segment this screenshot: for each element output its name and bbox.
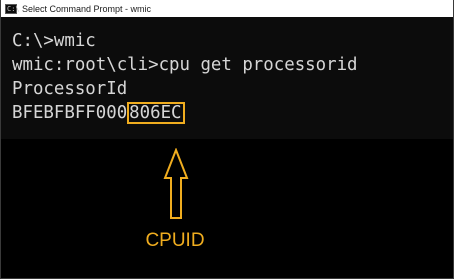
- cpuid-label: CPUID: [145, 230, 205, 251]
- console-line-query: wmic:root\cli>cpu get processorid: [12, 55, 358, 75]
- console-line-command: C:\>wmic: [12, 31, 96, 51]
- processor-id-prefix: BFEBFBFF000: [12, 103, 128, 123]
- cmd-icon: C:\: [5, 3, 20, 14]
- up-arrow-icon: [163, 148, 189, 219]
- processor-id-highlight: 806EC: [127, 102, 185, 124]
- annotation-area: CPUID: [1, 139, 453, 278]
- console-line-result: BFEBFBFF000 806EC: [12, 101, 453, 125]
- title-bar[interactable]: C:\ Select Command Prompt - wmic: [1, 0, 453, 17]
- command-prompt-window: C:\ Select Command Prompt - wmic C:\>wmi…: [0, 0, 454, 279]
- window-title: Select Command Prompt - wmic: [22, 3, 152, 14]
- console-output[interactable]: C:\>wmic wmic:root\cli>cpu get processor…: [1, 17, 453, 139]
- console-line-header: ProcessorId: [12, 79, 128, 99]
